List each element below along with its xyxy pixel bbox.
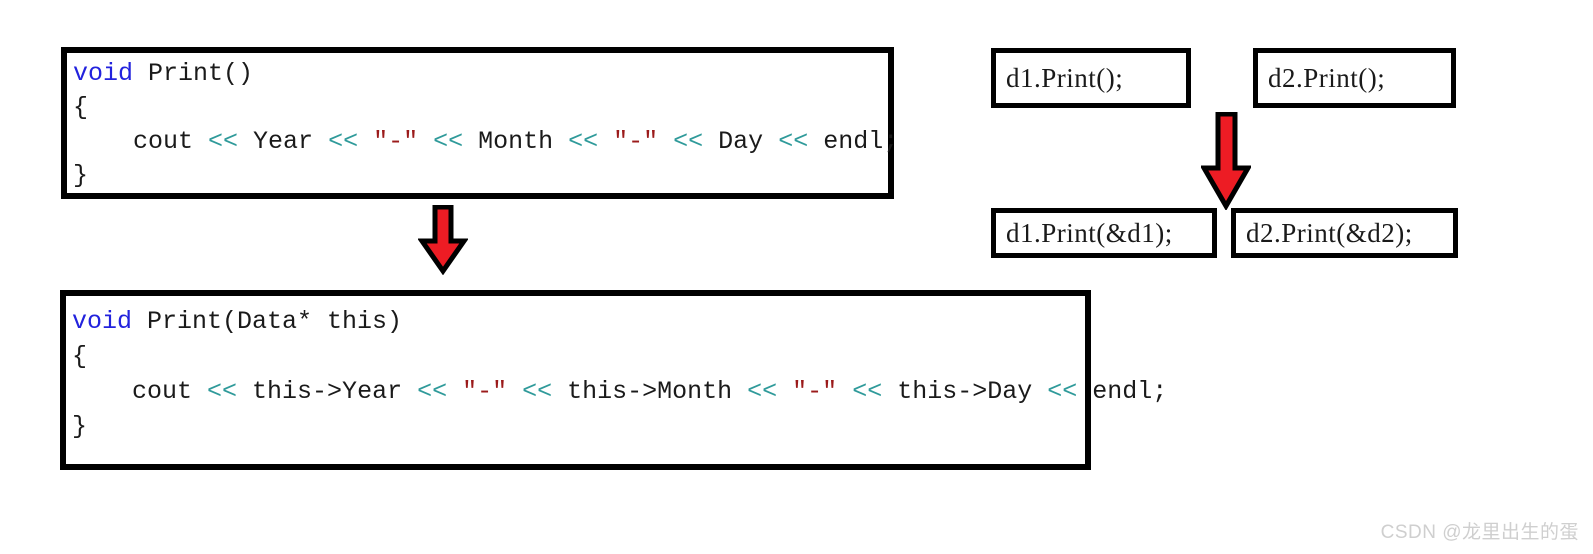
string-literal-dash-2: "-" [792,377,838,406]
open-brace: { [73,93,89,122]
arrow-down-icon [417,204,469,276]
call-text-d2-print-address: d2.Print(&d2); [1246,217,1413,248]
member-day: Day [718,127,764,156]
stream-operator-1: << [193,127,254,156]
csdn-watermark: CSDN @龙里出生的蛋 [1380,522,1579,543]
cout-identifier: cout [133,127,194,156]
open-brace: { [72,342,88,371]
code-text-block-2: void Print(Data* this) { cout << this->Y… [72,304,1167,444]
function-signature: Print() [133,59,254,88]
code-block-print-with-this: void Print(Data* this) { cout << this->Y… [60,290,1167,470]
string-literal-dash-1: "-" [462,377,508,406]
call-box-d1-print: d1.Print(); [991,48,1191,108]
stream-operator-1: << [192,377,253,406]
endl-statement: endl; [823,127,899,156]
call-box-d1-print-address: d1.Print(&d1); [991,208,1217,258]
function-signature: Print(Data* this) [132,307,403,336]
endl-statement: endl; [1092,377,1168,406]
stream-operator-4: << [553,127,614,156]
member-this-day: this->Day [897,377,1033,406]
call-box-d2-print-address: d2.Print(&d2); [1231,208,1458,258]
stream-operator-5: << [658,127,719,156]
stream-operator-2: << [313,127,374,156]
string-literal-dash-1: "-" [373,127,419,156]
stream-operator-3: << [507,377,568,406]
call-text-d1-print: d1.Print(); [1006,62,1124,93]
stream-operator-3: << [418,127,479,156]
close-brace: } [72,412,88,441]
keyword-void: void [73,59,134,88]
stream-operator-6: << [763,127,824,156]
arrow-down-icon [1199,111,1253,211]
member-year: Year [253,127,314,156]
cout-identifier: cout [132,377,193,406]
string-literal-dash-2: "-" [613,127,659,156]
call-box-d2-print: d2.Print(); [1253,48,1456,108]
stream-operator-6: << [1032,377,1093,406]
code-text-block-1: void Print() { cout << Year << "-" << Mo… [73,57,898,193]
close-brace: } [73,161,89,190]
call-text-d1-print-address: d1.Print(&d1); [1006,217,1173,248]
code-block-print-without-this: void Print() { cout << Year << "-" << Mo… [61,47,898,199]
keyword-void: void [72,307,133,336]
member-this-year: this->Year [252,377,403,406]
call-text-d2-print: d2.Print(); [1268,62,1386,93]
stream-operator-5: << [837,377,898,406]
stream-operator-4: << [732,377,793,406]
stream-operator-2: << [402,377,463,406]
member-month: Month [478,127,554,156]
diagram-canvas: void Print() { cout << Year << "-" << Mo… [0,0,1593,554]
member-this-month: this->Month [567,377,733,406]
